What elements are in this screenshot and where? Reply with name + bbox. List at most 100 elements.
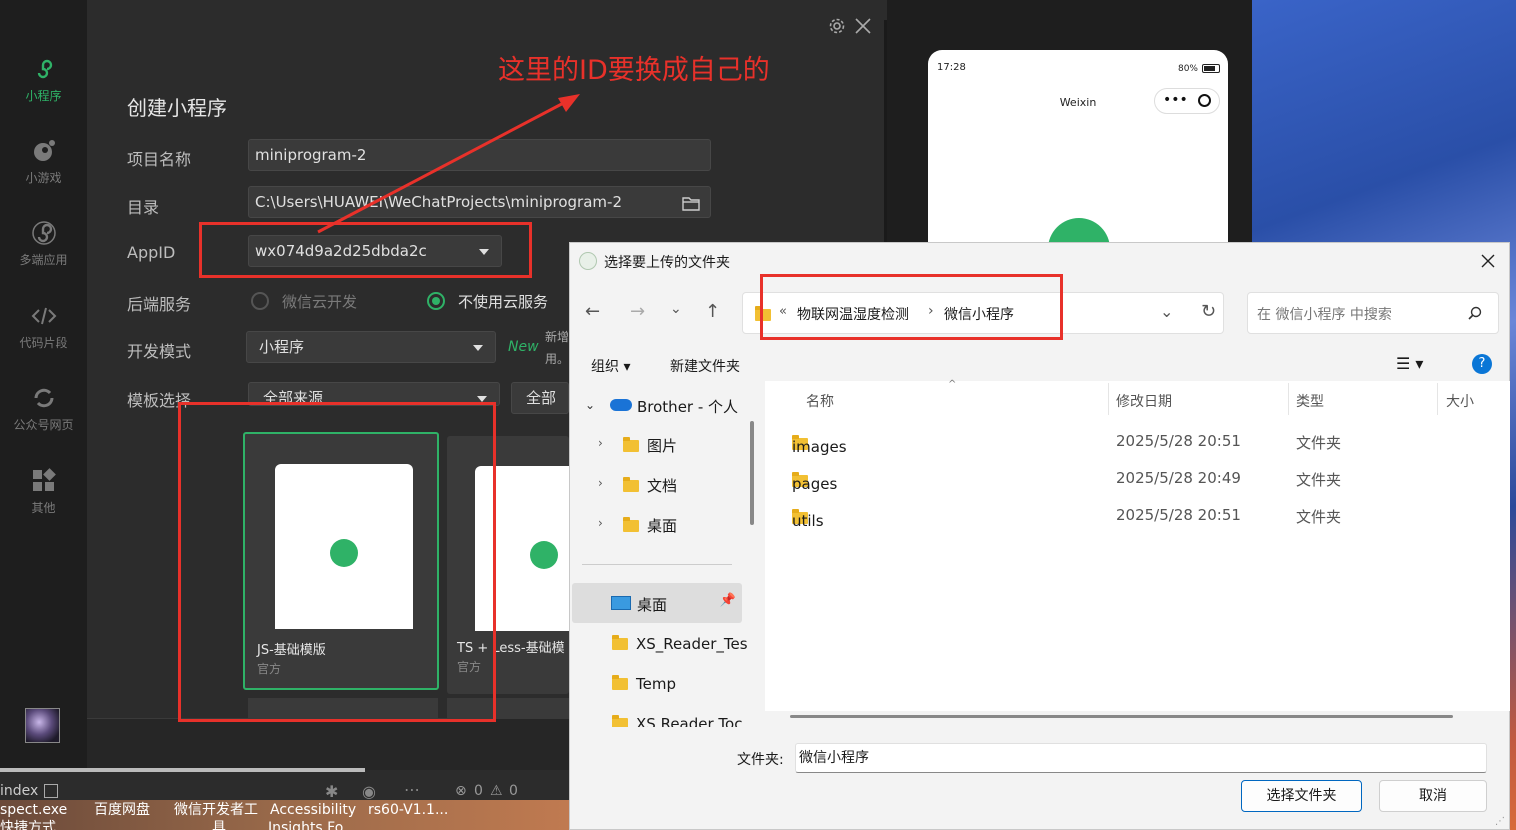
folder-icon[interactable]: [682, 195, 700, 211]
multiplatform-icon: [31, 221, 56, 245]
folder-icon: [623, 517, 639, 532]
chevron-right-icon[interactable]: ›: [598, 436, 603, 450]
desktop-shortcut-label[interactable]: 具: [212, 820, 226, 830]
view-options-icon[interactable]: ☰ ▾: [1396, 354, 1423, 373]
phone-battery-percent: 80%: [1177, 64, 1198, 74]
desktop-shortcut-label[interactable]: rs60-V1.1...: [368, 802, 448, 818]
column-name[interactable]: 名称: [806, 391, 834, 411]
copy-icon[interactable]: [44, 784, 58, 798]
nav-item-onedrive[interactable]: Brother - 个人: [637, 396, 738, 417]
column-separator[interactable]: [1108, 383, 1109, 415]
nav-item-label: 图片: [647, 437, 678, 455]
file-date: 2025/5/28 20:51: [1116, 432, 1241, 450]
nav-scrollbar[interactable]: [750, 421, 754, 525]
desktop-shortcut-label[interactable]: 快捷方式: [0, 820, 56, 830]
pin-icon[interactable]: 📌: [720, 593, 736, 608]
annotation-box-appid: [199, 222, 532, 278]
more-icon[interactable]: ⋯: [404, 780, 420, 799]
sidebar-item-miniprogram[interactable]: 小程序: [0, 55, 87, 125]
chevron-right-icon[interactable]: ›: [598, 516, 603, 530]
annotation-box-template: [178, 402, 496, 722]
desktop-shortcut-label[interactable]: spect.exe: [0, 802, 67, 818]
select-folder-button[interactable]: 选择文件夹: [1241, 780, 1362, 812]
folder-icon: [612, 635, 628, 650]
bug-icon[interactable]: ✱: [325, 782, 338, 801]
column-date[interactable]: 修改日期: [1116, 391, 1172, 411]
back-arrow-icon[interactable]: ←: [585, 301, 600, 322]
table-row[interactable]: utils 2025/5/28 20:51 文件夹: [792, 500, 1492, 530]
nav-item-label: 桌面: [647, 517, 678, 535]
dev-mode-select[interactable]: 小程序: [246, 331, 496, 363]
column-separator[interactable]: [1437, 383, 1438, 415]
resize-grip-icon[interactable]: ⋰: [1495, 816, 1505, 827]
project-name-input[interactable]: miniprogram-2: [248, 139, 711, 171]
chevron-right-icon[interactable]: ›: [598, 476, 603, 490]
chevron-down-icon[interactable]: ⌄: [1160, 302, 1173, 321]
dev-mode-value: 小程序: [259, 338, 305, 356]
search-input[interactable]: 在 微信小程序 中搜索: [1247, 292, 1499, 334]
file-type: 文件夹: [1296, 434, 1342, 452]
sidebar-item-snippets[interactable]: 代码片段: [0, 302, 87, 372]
eye-icon[interactable]: ◉: [362, 782, 376, 801]
close-icon[interactable]: [1481, 254, 1495, 268]
radio-cloud-dev[interactable]: [251, 292, 269, 310]
help-icon[interactable]: ?: [1472, 354, 1492, 374]
index-label[interactable]: index: [0, 783, 38, 799]
chevron-down-icon[interactable]: ⌄: [670, 301, 682, 317]
nav-item-quick[interactable]: Temp: [612, 675, 676, 693]
cancel-button[interactable]: 取消: [1379, 780, 1487, 812]
organize-label: 组织: [591, 359, 619, 375]
new-badge: New: [508, 339, 539, 355]
desktop-shortcut-label[interactable]: 微信开发者工: [174, 802, 258, 818]
desktop-shortcut-label[interactable]: Insights Fo: [268, 820, 343, 830]
chevron-down-icon[interactable]: ⌄: [585, 398, 595, 412]
column-size[interactable]: 大小: [1446, 391, 1474, 411]
scrollbar-thumb[interactable]: [0, 768, 365, 772]
sidebar-item-label: 小游戏: [25, 171, 62, 185]
directory-input[interactable]: C:\Users\HUAWEI\WeChatProjects\miniprogr…: [248, 186, 711, 218]
forward-arrow-icon[interactable]: →: [630, 301, 645, 322]
radio-no-cloud[interactable]: [427, 292, 445, 310]
dialog-title: 选择要上传的文件夹: [604, 255, 730, 271]
nav-item-desktop[interactable]: 桌面: [623, 515, 677, 536]
nav-item-documents[interactable]: 文档: [623, 475, 677, 496]
avatar[interactable]: [25, 708, 60, 743]
nav-item-quick[interactable]: XS Reader Toc: [612, 715, 742, 727]
nav-item-label: 文档: [647, 477, 678, 495]
official-account-icon: [34, 388, 53, 408]
sidebar: 小程序 小游戏 多端应用 代码片段 公众号网页 其他: [0, 0, 87, 770]
sidebar-item-other[interactable]: 其他: [0, 467, 87, 537]
folder-icon: [623, 477, 639, 492]
error-count: 0: [474, 783, 483, 799]
sidebar-item-official-web[interactable]: 公众号网页: [0, 384, 87, 454]
organize-menu[interactable]: 组织 ▾: [591, 356, 630, 376]
nav-item-quick-desktop[interactable]: 桌面 📌: [572, 583, 742, 623]
sidebar-item-label: 小程序: [25, 89, 62, 103]
search-placeholder: 在 微信小程序 中搜索: [1257, 307, 1392, 323]
sidebar-item-multiplatform[interactable]: 多端应用: [0, 219, 87, 289]
desktop-shortcut-label[interactable]: 百度网盘: [94, 802, 150, 818]
error-icon: ⊗: [455, 783, 467, 799]
sidebar-item-label: 公众号网页: [13, 418, 74, 432]
column-separator[interactable]: [1288, 383, 1289, 415]
gear-icon[interactable]: [828, 17, 846, 35]
directory-label: 目录: [127, 198, 160, 217]
column-type[interactable]: 类型: [1296, 391, 1324, 411]
up-arrow-icon[interactable]: ↑: [705, 301, 720, 322]
table-row[interactable]: images 2025/5/28 20:51 文件夹: [792, 426, 1492, 456]
table-row[interactable]: pages 2025/5/28 20:49 文件夹: [792, 463, 1492, 493]
template-filter-select[interactable]: 全部分: [511, 382, 569, 414]
mode-note: 新增: [545, 330, 570, 344]
nav-item-pictures[interactable]: 图片: [623, 435, 677, 456]
new-folder-button[interactable]: 新建文件夹: [670, 356, 740, 376]
horizontal-scrollbar[interactable]: [790, 715, 1453, 718]
battery-icon: [1202, 64, 1220, 73]
desktop-shortcut-label[interactable]: Accessibility: [270, 802, 356, 818]
close-icon[interactable]: [854, 17, 872, 35]
nav-item-quick[interactable]: XS_Reader_Tes: [612, 635, 748, 653]
nav-item-label: XS_Reader_Tes: [636, 635, 748, 653]
sidebar-item-minigame[interactable]: 小游戏: [0, 137, 87, 207]
folder-name-input[interactable]: 微信小程序: [795, 743, 1487, 773]
refresh-icon[interactable]: ↻: [1201, 301, 1216, 322]
phone-preview: 17:28 80% Weixin •••: [928, 50, 1228, 250]
